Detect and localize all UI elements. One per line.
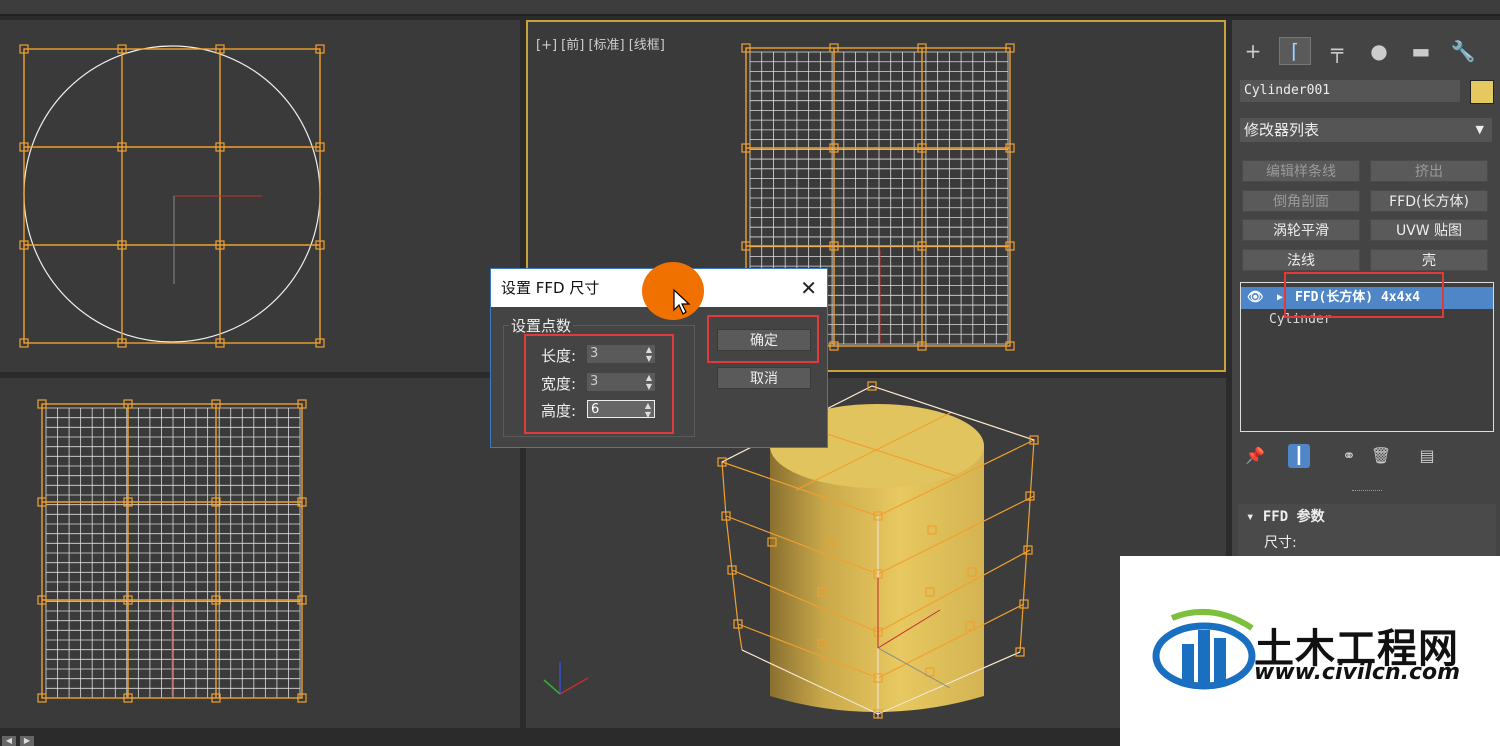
rollout-drag-handle[interactable] <box>1352 490 1382 495</box>
cancel-button[interactable]: 取消 <box>717 367 811 389</box>
modifier-button-bevel-profile[interactable]: 倒角剖面 <box>1242 190 1360 212</box>
highlight-ok-button <box>707 315 819 363</box>
modifier-button-ffd-box[interactable]: FFD(长方体) <box>1370 190 1488 212</box>
object-name-field[interactable]: Cylinder001 <box>1240 80 1460 102</box>
modifier-list-label: 修改器列表 <box>1244 121 1320 139</box>
viewport-left[interactable] <box>0 378 520 728</box>
show-end-result-icon[interactable]: ┃ <box>1288 444 1310 468</box>
expand-triangle-icon[interactable]: ▶ <box>1277 287 1283 309</box>
group-title: 设置点数 <box>509 315 574 336</box>
display-tab-icon[interactable]: ▬ <box>1406 38 1436 64</box>
watermark-logo: 土木工程网 www.civilcn.com <box>1120 556 1500 746</box>
stack-toolbar: 📌 ┃ ⚭ 🗑 ▤ <box>1240 442 1494 470</box>
highlight-point-fields <box>524 334 674 434</box>
modifier-button-normal[interactable]: 法线 <box>1242 249 1360 271</box>
dialog-title: 设置 FFD 尺寸 <box>501 279 600 297</box>
motion-tab-icon[interactable]: ● <box>1364 38 1394 64</box>
utilities-tab-icon[interactable]: 🔧 <box>1448 38 1478 64</box>
main-toolbar-strip <box>0 0 1500 16</box>
modifier-button-uvw-map[interactable]: UVW 贴图 <box>1370 219 1488 241</box>
remove-modifier-icon[interactable]: 🗑 <box>1370 444 1392 468</box>
ffd-parameters-rollout: ▾ FFD 参数 尺寸: <box>1238 504 1496 564</box>
viewport-left-drawing <box>37 399 307 703</box>
viewport-top[interactable] <box>0 20 520 372</box>
viewport-top-drawing <box>19 44 325 348</box>
create-tab-icon[interactable]: + <box>1238 38 1268 64</box>
eye-icon[interactable]: 👁 <box>1247 287 1264 309</box>
rollout-dimensions-label: 尺寸: <box>1264 535 1297 551</box>
pin-stack-icon[interactable]: 📌 <box>1244 444 1266 468</box>
watermark-url: www.civilcn.com <box>1254 660 1461 685</box>
rollout-title[interactable]: ▾ FFD 参数 <box>1246 506 1325 526</box>
modify-tab-icon[interactable]: ⌈ <box>1279 37 1311 65</box>
modifier-button-edit-spline[interactable]: 编辑样条线 <box>1242 160 1360 182</box>
next-arrow-icon[interactable]: ▶ <box>20 736 34 746</box>
close-icon[interactable]: ✕ <box>800 269 817 307</box>
chevron-down-icon: ▼ <box>1475 123 1484 136</box>
make-unique-icon[interactable]: ⚭ <box>1338 444 1360 468</box>
command-panel-tabs: + ⌈ ╤ ● ▬ 🔧 <box>1232 30 1500 72</box>
civilcn-logo-icon <box>1152 608 1256 690</box>
modifier-button-shell[interactable]: 壳 <box>1370 249 1488 271</box>
modifier-list-dropdown[interactable]: 修改器列表 ▼ <box>1240 118 1492 142</box>
bottom-controls: ◀ ▶ <box>0 734 40 746</box>
modifier-button-turbosmooth[interactable]: 涡轮平滑 <box>1242 219 1360 241</box>
configure-sets-icon[interactable]: ▤ <box>1416 444 1438 468</box>
highlight-ffd-stack-item <box>1284 272 1444 318</box>
mouse-pointer-icon <box>673 288 691 315</box>
object-color-swatch[interactable] <box>1470 80 1494 104</box>
modifier-button-extrude[interactable]: 挤出 <box>1370 160 1488 182</box>
hierarchy-tab-icon[interactable]: ╤ <box>1322 38 1352 64</box>
prev-arrow-icon[interactable]: ◀ <box>2 736 16 746</box>
